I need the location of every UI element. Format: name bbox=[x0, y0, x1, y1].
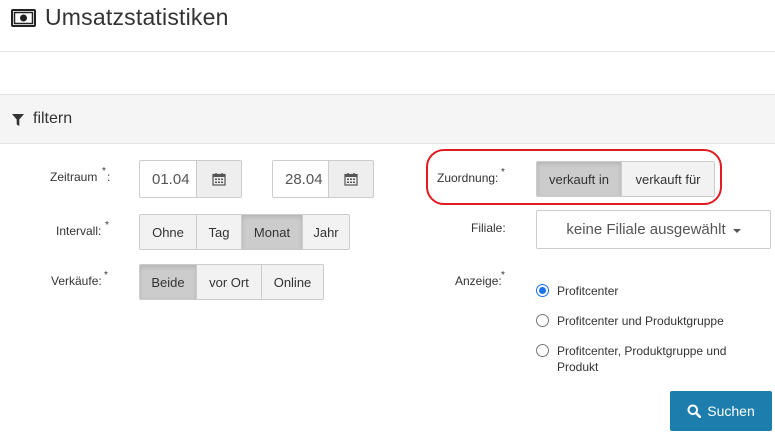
intervall-ohne-button[interactable]: Ohne bbox=[140, 215, 197, 249]
radio-icon[interactable] bbox=[536, 314, 549, 327]
zuordnung-verkauft-fuer-button[interactable]: verkauft für bbox=[622, 162, 714, 196]
filiale-select-value: keine Filiale ausgewählt bbox=[566, 221, 726, 238]
funnel-icon bbox=[12, 114, 24, 126]
search-button-label: Suchen bbox=[707, 403, 755, 419]
zuordnung-label: Zuordnung: bbox=[437, 171, 499, 185]
intervall-tag-button[interactable]: Tag bbox=[197, 215, 242, 249]
search-icon bbox=[687, 404, 702, 418]
anzeige-option-profitcenter-produktgruppe-produkt[interactable]: Profitcenter, Produktgruppe und Produkt bbox=[536, 343, 767, 375]
date-from-calendar-button[interactable] bbox=[196, 161, 241, 197]
filter-toggle[interactable]: filtern bbox=[0, 94, 775, 144]
anzeige-option-label: Profitcenter, Produktgruppe und Produkt bbox=[557, 344, 727, 374]
verkaeufe-online-button[interactable]: Online bbox=[262, 265, 323, 299]
filter-label: filtern bbox=[33, 110, 73, 127]
required-mark: * bbox=[104, 270, 108, 281]
anzeige-option-label: Profitcenter bbox=[557, 284, 619, 298]
zuordnung-verkauft-in-button[interactable]: verkauft in bbox=[537, 162, 622, 196]
required-mark: * bbox=[501, 167, 505, 178]
intervall-monat-button[interactable]: Monat bbox=[242, 215, 303, 249]
required-mark: * bbox=[102, 166, 106, 177]
anzeige-option-profitcenter[interactable]: Profitcenter bbox=[536, 283, 767, 299]
intervall-button-group: Ohne Tag Monat Jahr bbox=[139, 214, 350, 250]
filiale-select[interactable]: keine Filiale ausgewählt bbox=[536, 210, 771, 249]
date-to-input[interactable] bbox=[273, 161, 328, 197]
verkaeufe-label: Verkäufe: bbox=[51, 274, 102, 288]
search-button[interactable]: Suchen bbox=[670, 391, 772, 431]
verkaeufe-vor-ort-button[interactable]: vor Ort bbox=[197, 265, 262, 299]
date-from-group bbox=[139, 160, 242, 198]
required-mark: * bbox=[501, 270, 505, 281]
date-to-group bbox=[272, 160, 374, 198]
money-icon bbox=[11, 9, 36, 27]
verkaeufe-beide-button[interactable]: Beide bbox=[140, 265, 197, 299]
date-from-input[interactable] bbox=[140, 161, 196, 197]
calendar-icon bbox=[212, 173, 226, 186]
zeitraum-label: Zeitraum bbox=[50, 170, 98, 184]
anzeige-option-label: Profitcenter und Produktgruppe bbox=[557, 314, 724, 328]
calendar-icon bbox=[344, 173, 358, 186]
filiale-label: Filiale: bbox=[471, 221, 506, 235]
intervall-label: Intervall: bbox=[56, 224, 102, 238]
verkaeufe-button-group: Beide vor Ort Online bbox=[139, 264, 324, 300]
zuordnung-button-group: verkauft in verkauft für bbox=[536, 161, 715, 197]
radio-checked-icon[interactable] bbox=[536, 284, 549, 297]
page-title: Umsatzstatistiken bbox=[45, 4, 229, 30]
page-header: Umsatzstatistiken bbox=[0, 0, 775, 52]
required-mark: * bbox=[105, 220, 109, 231]
date-to-calendar-button[interactable] bbox=[328, 161, 373, 197]
intervall-jahr-button[interactable]: Jahr bbox=[303, 215, 349, 249]
anzeige-option-profitcenter-produktgruppe[interactable]: Profitcenter und Produktgruppe bbox=[536, 313, 767, 329]
radio-icon[interactable] bbox=[536, 344, 549, 357]
caret-down-icon bbox=[732, 228, 741, 233]
anzeige-label: Anzeige: bbox=[455, 274, 502, 288]
zeitraum-colon: : bbox=[107, 170, 111, 184]
